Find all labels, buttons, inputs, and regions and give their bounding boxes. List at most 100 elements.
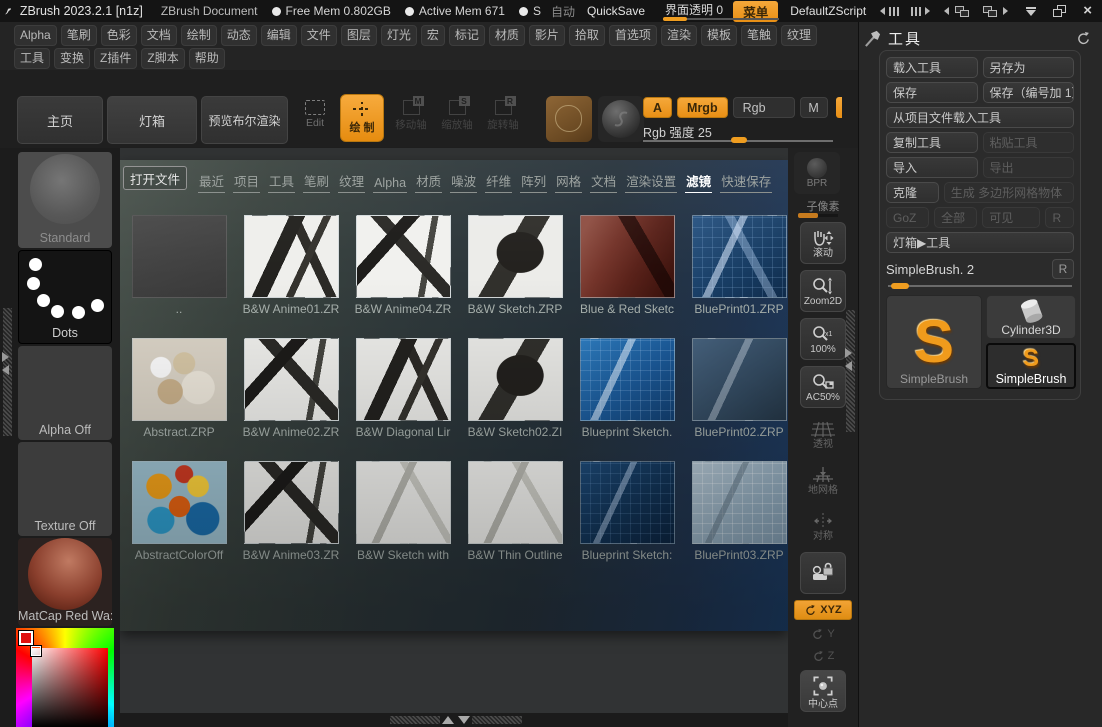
rgb-intensity-handle[interactable] [731,137,747,143]
menu-item-笔触[interactable]: 笔触 [741,25,777,46]
alpha-selector[interactable]: Alpha Off [18,346,112,440]
auto-save-label[interactable]: 自动 [551,3,575,20]
arrow-up-icon[interactable] [442,716,454,724]
move-panel-left-icon[interactable] [944,7,949,15]
tool-button-生成 多边形网格物体[interactable]: 生成 多边形网格物体 [944,182,1074,203]
tool-button-保存（编号加 1）[interactable]: 保存（编号加 1） [983,82,1075,103]
stroke-selector[interactable]: Dots [18,250,112,344]
active-tool-thumbnail[interactable]: S SimpleBrush [886,295,982,389]
material-selector[interactable]: MatCap Red Wa: [18,538,112,626]
menu-item-渲染[interactable]: 渲染 [661,25,697,46]
lightbox-item[interactable]: .. [123,215,235,316]
tool-slot-track[interactable] [888,285,1072,287]
history-reset-icon[interactable] [1076,31,1091,46]
menu-item-文件[interactable]: 文件 [301,25,337,46]
tool-slot-r-button[interactable]: R [1052,259,1074,279]
menu-item-材质[interactable]: 材质 [489,25,525,46]
tool-slot-handle[interactable] [891,283,909,289]
menu-item-变换[interactable]: 变换 [54,48,90,69]
rgb-intensity-label[interactable]: Rgb 强度 25 [643,122,712,141]
scale-button[interactable]: S 缩放轴 [436,100,478,132]
menu-item-工具[interactable]: 工具 [14,48,50,69]
menu-item-编辑[interactable]: 编辑 [261,25,297,46]
menu-item-首选项[interactable]: 首选项 [609,25,657,46]
rotate-Y-button[interactable]: Y [811,626,834,642]
move-button[interactable]: M 移动轴 [390,100,432,132]
move-panel-right-icon[interactable] [1003,7,1008,15]
menu-item-宏[interactable]: 宏 [421,25,445,46]
menu-item-文档[interactable]: 文档 [141,25,177,46]
AC50%-button[interactable]: AC50% [800,366,846,408]
rotate-XYZ-button[interactable]: XYZ [794,600,851,620]
lightbox-button[interactable]: 灯箱 [107,96,197,144]
lightbox-item[interactable]: AbstractColorOff [123,461,235,562]
home-button[interactable]: 主页 [17,96,103,144]
zscript-name[interactable]: DefaultZScript [790,4,866,18]
saturation-value-square[interactable] [32,648,108,727]
left-tray-divider-arrows[interactable] [2,352,9,375]
menu-item-Alpha[interactable]: Alpha [14,25,57,46]
tool-button-载入工具[interactable]: 载入工具 [886,57,978,78]
Zoom2D-button[interactable]: Zoom2D [800,270,846,312]
subpixel-label[interactable]: 子像素 [788,198,858,214]
menu-item-拾取[interactable]: 拾取 [569,25,605,46]
menu-item-色彩[interactable]: 色彩 [101,25,137,46]
tool-slot-slider[interactable]: SimpleBrush. 2 R [886,259,1074,279]
中心点-button[interactable]: 中心点 [800,670,846,712]
clipped-mode-button[interactable] [836,97,842,118]
minimize-button[interactable] [1026,7,1036,16]
对称-button[interactable]: 对称 [800,506,846,546]
current-color-swatch[interactable] [19,631,33,645]
opacity-handle[interactable] [663,17,687,21]
menu-item-影片[interactable]: 影片 [529,25,565,46]
tool-button-灯箱▶工具[interactable]: 灯箱▶工具 [886,232,1074,253]
canvas-bottom-divider[interactable] [120,713,788,727]
tool-button-克隆[interactable]: 克隆 [886,182,939,203]
document-name[interactable]: ZBrush Document [161,4,258,18]
selected-tool-thumbnail[interactable]: S SimpleBrush [986,343,1076,389]
menu-item-纹理[interactable]: 纹理 [781,25,817,46]
lightbox-item[interactable]: B&W Anime04.ZR [347,215,459,316]
edit-toggle[interactable]: Edit [296,100,334,129]
divider-texture[interactable] [390,716,440,724]
tool-button-全部[interactable]: 全部 [934,207,977,228]
paint-mode-Mrgb[interactable]: Mrgb [677,97,728,118]
subpixel-handle[interactable] [798,213,818,218]
camlock-button[interactable] [800,552,846,594]
tool-button-GoZ[interactable]: GoZ [886,207,929,228]
right-shelf-divider[interactable] [846,310,855,432]
texture-selector[interactable]: Texture Off [18,442,112,536]
menu-item-帮助[interactable]: 帮助 [189,48,225,69]
tool-button-粘贴工具[interactable]: 粘贴工具 [983,132,1075,153]
lightbox-item[interactable]: Blueprint Sketch: [571,461,683,562]
paint-mode-A[interactable]: A [643,97,672,118]
draw-button[interactable]: 绘 制 [340,94,384,142]
divider-texture[interactable] [472,716,522,724]
current-tool-preview[interactable] [546,96,592,142]
menu-item-Z脚本[interactable]: Z脚本 [141,48,184,69]
menu-item-Z插件[interactable]: Z插件 [94,48,137,69]
menu-item-图层[interactable]: 图层 [341,25,377,46]
close-button[interactable]: × [1083,5,1092,17]
lightbox-item[interactable]: B&W Sketch02.ZI [459,338,571,439]
paint-mode-M[interactable]: M [800,97,828,118]
lightbox-item[interactable]: Abstract.ZRP [123,338,235,439]
tool-button-复制工具[interactable]: 复制工具 [886,132,978,153]
menu-item-动态[interactable]: 动态 [221,25,257,46]
preview-boolean-button[interactable]: 预览布尔渲染 [201,96,288,144]
lightbox-item[interactable]: B&W Anime03.ZR [235,461,347,562]
color-picker[interactable] [16,628,114,727]
lightbox-item[interactable]: B&W Diagonal Lir [347,338,459,439]
quicksave-button[interactable]: QuickSave [587,4,645,18]
rotate-button[interactable]: R 旋转轴 [482,100,524,132]
menu-item-模板[interactable]: 模板 [701,25,737,46]
lightbox-item[interactable]: B&W Thin Outline [459,461,571,562]
ui-opacity-slider[interactable]: 界面透明 0 [663,0,717,22]
tool-button-R[interactable]: R [1045,207,1074,228]
lightbox-item[interactable]: Blue & Red Sketc [571,215,683,316]
tool-button-导入[interactable]: 导入 [886,157,978,178]
restore-button[interactable] [1053,5,1066,17]
lightbox-item[interactable]: B&W Sketch.ZRP [459,215,571,316]
menu-item-灯光[interactable]: 灯光 [381,25,417,46]
right-shelf-divider-arrows[interactable] [845,348,852,371]
